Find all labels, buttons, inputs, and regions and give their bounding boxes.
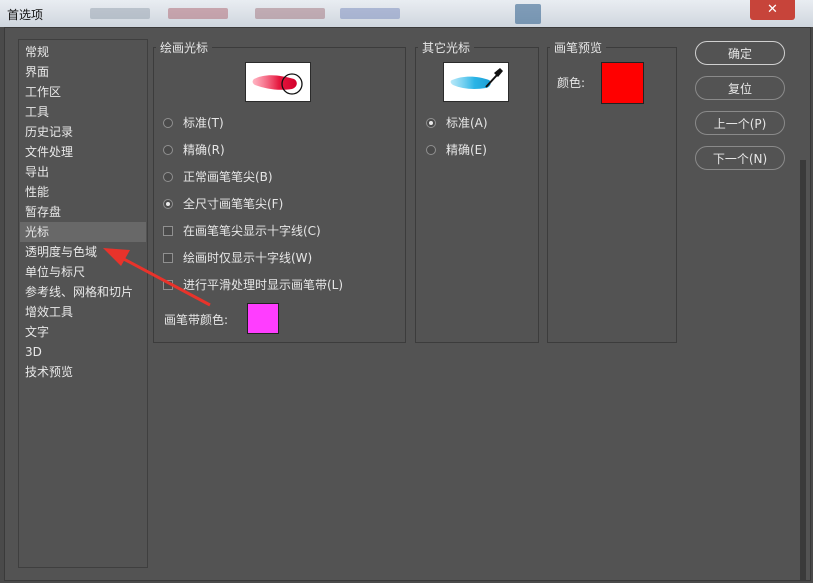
other-cursors-title: 其它光标 — [422, 41, 471, 55]
brush-preview-color-swatch[interactable] — [601, 62, 644, 104]
painting-cursor-check-option-label: 在画笔笔尖显示十字线(C) — [183, 224, 321, 238]
category-item[interactable]: 导出 — [25, 162, 49, 182]
checkbox[interactable] — [163, 226, 173, 236]
radio-button[interactable] — [426, 118, 436, 128]
background-scrollbar — [800, 160, 806, 580]
checkbox[interactable] — [163, 280, 173, 290]
background-blur — [168, 8, 228, 19]
ok-button[interactable]: 确定 — [695, 41, 785, 65]
painting-cursors-title: 绘画光标 — [160, 41, 209, 55]
radio-button[interactable] — [163, 172, 173, 182]
painting-cursor-option-label: 全尺寸画笔笔尖(F) — [183, 197, 284, 211]
reset-button[interactable]: 复位 — [695, 76, 785, 100]
close-button[interactable]: ✕ — [750, 0, 795, 20]
stroke-color-label: 画笔带颜色: — [164, 313, 229, 327]
painting-cursor-option-label: 正常画笔笔尖(B) — [183, 170, 273, 184]
prev-button[interactable]: 上一个(P) — [695, 111, 785, 135]
other-cursor-preview — [443, 62, 509, 102]
category-item[interactable]: 暂存盘 — [25, 202, 61, 222]
background-blur — [340, 8, 400, 19]
radio-button[interactable] — [163, 118, 173, 128]
other-cursor-option-label: 标准(A) — [446, 116, 488, 130]
category-item[interactable]: 性能 — [25, 182, 49, 202]
painting-cursor-option-label: 精确(R) — [183, 143, 225, 157]
close-icon: ✕ — [767, 2, 778, 17]
painting-cursor-option-label: 标准(T) — [183, 116, 224, 130]
background-blur — [90, 8, 150, 19]
painting-cursor-check-option-label: 进行平滑处理时显示画笔带(L) — [183, 278, 344, 292]
next-button[interactable]: 下一个(N) — [695, 146, 785, 170]
category-item[interactable]: 单位与标尺 — [25, 262, 85, 282]
category-item[interactable]: 参考线、网格和切片 — [25, 282, 133, 302]
category-item[interactable]: 增效工具 — [25, 302, 73, 322]
brush-preview-color-row: 颜色: — [557, 73, 585, 93]
category-item[interactable]: 工具 — [25, 102, 49, 122]
painting-cursor-check-option-label: 绘画时仅显示十字线(W) — [183, 251, 313, 265]
window-title: 首选项 — [7, 8, 44, 22]
category-item[interactable]: 技术预览 — [25, 362, 73, 382]
category-item[interactable]: 常规 — [25, 42, 49, 62]
other-cursor-option-label: 精确(E) — [446, 143, 487, 157]
category-item[interactable]: 文字 — [25, 322, 49, 342]
background-blur — [515, 4, 541, 24]
category-item[interactable]: 历史记录 — [25, 122, 73, 142]
category-item[interactable]: 界面 — [25, 62, 49, 82]
category-item[interactable]: 3D — [25, 342, 42, 362]
radio-button[interactable] — [163, 199, 173, 209]
title-bar: 首选项 ✕ — [0, 0, 813, 27]
category-item[interactable]: 光标 — [20, 222, 146, 242]
radio-button[interactable] — [426, 145, 436, 155]
checkbox[interactable] — [163, 253, 173, 263]
category-list: 常规 界面 工作区 工具 历史记录 文件处理 导出 性能 暂存盘 光标 透明度与色域 单位与标尺 参考线… — [18, 39, 148, 568]
painting-cursor-preview — [245, 62, 311, 102]
stroke-color-row: 画笔带颜色: — [164, 310, 228, 330]
category-item[interactable]: 透明度与色域 — [25, 242, 97, 262]
category-item[interactable]: 工作区 — [25, 82, 61, 102]
brush-preview-color-label: 颜色: — [557, 76, 586, 90]
stroke-color-swatch[interactable] — [247, 303, 279, 334]
preferences-dialog: 常规 界面 工作区 工具 历史记录 文件处理 导出 性能 暂存盘 光标 透明度与色域 单位与标尺 参考线… — [4, 27, 811, 581]
brush-preview-title: 画笔预览 — [554, 41, 603, 55]
background-blur — [255, 8, 325, 19]
category-item[interactable]: 文件处理 — [25, 142, 73, 162]
radio-button[interactable] — [163, 145, 173, 155]
